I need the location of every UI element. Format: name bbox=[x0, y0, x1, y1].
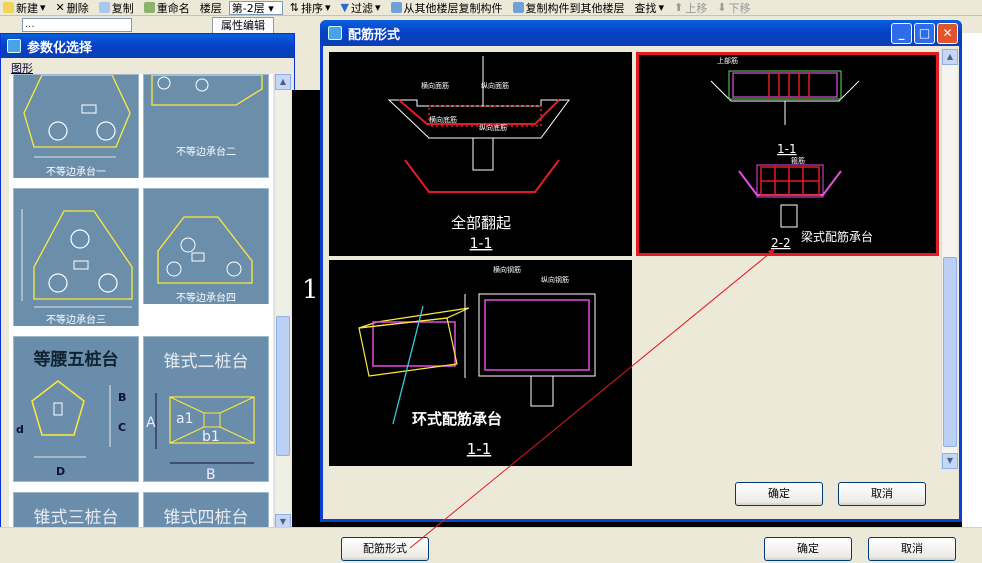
dim-B: B bbox=[118, 391, 126, 404]
dim-b1: b1 bbox=[202, 429, 220, 445]
dialog-cancel-button[interactable]: 取消 bbox=[838, 482, 926, 506]
param-window-titlebar: 参数化选择 bbox=[1, 34, 294, 58]
dim-C: C bbox=[118, 421, 126, 434]
dialog-scroll-up[interactable]: ▲ bbox=[942, 49, 958, 65]
canvas-label: 1 bbox=[302, 275, 319, 305]
five-pile-drawing: B C D d bbox=[16, 380, 126, 478]
rename-button[interactable]: 重命名 bbox=[141, 0, 193, 15]
delete-icon: ✕ bbox=[55, 1, 65, 14]
shape-cell-unequal-1[interactable]: 不等边承台一 bbox=[13, 74, 139, 178]
beam-type-drawing: 1-1 上部筋 箍筋 2-2 梁式配筋承台 bbox=[710, 56, 873, 250]
label-stirrup: 箍筋 bbox=[791, 156, 805, 165]
sort-icon: ⇅ bbox=[289, 1, 299, 14]
right-edge-strip bbox=[962, 33, 982, 533]
up-arrow-icon: ⬆ bbox=[674, 1, 684, 14]
delete-button[interactable]: ✕ 删除 bbox=[53, 0, 92, 15]
down-arrow-icon: ⬇ bbox=[717, 1, 727, 14]
find-button[interactable]: 查找 ▾ bbox=[632, 0, 668, 15]
close-icon[interactable]: ✕ bbox=[937, 22, 958, 44]
shape-label: 不等边承台二 bbox=[144, 143, 268, 158]
shape-label: 不等边承台一 bbox=[14, 163, 138, 178]
floor-select[interactable]: 第-2层 ▾ bbox=[228, 0, 283, 15]
dim-a1: a1 bbox=[176, 411, 194, 427]
main-toolbar: 新建 ▾ ✕ 删除 复制 重命名 楼层 第-2层 ▾ ⇅ 排序 ▾ ▼ 过滤 ▾ 从其他楼层… bbox=[0, 0, 982, 16]
scroll-thumb[interactable] bbox=[276, 316, 290, 456]
dialog-scroll-thumb[interactable] bbox=[943, 257, 957, 447]
label-longitudinal: 纵向钢筋 bbox=[541, 275, 569, 284]
shape-cell-isosceles-five-pile[interactable]: 等腰五桩台 B C D d bbox=[13, 336, 139, 482]
dialog-scroll-down[interactable]: ▼ bbox=[942, 453, 958, 469]
copy-from-floor-icon bbox=[390, 2, 402, 13]
copy-button[interactable]: 复制 bbox=[96, 0, 137, 15]
component-name-input[interactable]: ... bbox=[22, 18, 132, 32]
new-button[interactable]: 新建 ▾ bbox=[0, 0, 49, 15]
panel-section: 1-1 bbox=[467, 440, 492, 458]
section-2-2: 2-2 bbox=[771, 236, 791, 250]
option-all-bent-up[interactable]: 横向面筋 纵向面筋 横向底筋 纵向底筋 全部翻起 1-1 bbox=[329, 52, 632, 256]
dim-D: D bbox=[56, 465, 65, 478]
label-hmj: 横向面筋 bbox=[421, 81, 449, 90]
copy-icon bbox=[98, 2, 110, 13]
new-icon bbox=[3, 2, 14, 13]
label-hdj: 横向底筋 bbox=[429, 115, 457, 124]
option-beam-type[interactable]: 1-1 上部筋 箍筋 2-2 梁式配筋承台 bbox=[636, 52, 939, 256]
rebar-options-area: 横向面筋 纵向面筋 横向底筋 纵向底筋 全部翻起 1-1 1-1 上部筋 箍筋 … bbox=[326, 49, 959, 469]
dialog-scrollbar[interactable]: ▲ ▼ bbox=[941, 49, 958, 469]
shape-cell-unequal-2[interactable]: 不等边承台二 bbox=[143, 74, 269, 178]
cone-two-pile-drawing: A a1 b1 B bbox=[146, 393, 255, 483]
rebar-form-dialog: 配筋形式 _ □ ✕ 横向面筋 纵向面筋 横向底筋 纵向底筋 全部翻起 1-1 bbox=[320, 20, 962, 522]
shape-label: 不等边承台三 bbox=[14, 311, 138, 326]
copy-to-floor-button[interactable]: 复制构件到其他楼层 bbox=[510, 0, 628, 15]
move-up-button[interactable]: ⬆ 上移 bbox=[671, 0, 710, 15]
dialog-ok-button[interactable]: 确定 bbox=[735, 482, 823, 506]
filter-icon: ▼ bbox=[340, 1, 349, 14]
param-select-window: 参数化选择 图形 不等边承台一 不等边承台二 不等边承台三 不等边承台四 等腰五… bbox=[0, 33, 295, 562]
panel-title: 全部翻起 bbox=[451, 214, 511, 232]
shape-gallery: 不等边承台一 不等边承台二 不等边承台三 不等边承台四 等腰五桩台 B C D … bbox=[9, 74, 273, 562]
dialog-app-icon bbox=[328, 26, 342, 40]
option-empty-area bbox=[636, 260, 939, 466]
dialog-titlebar: 配筋形式 _ □ ✕ bbox=[320, 20, 962, 46]
copy-from-floor-button[interactable]: 从其他楼层复制构件 bbox=[388, 0, 506, 15]
app-icon bbox=[7, 39, 21, 53]
panel-title: 梁式配筋承台 bbox=[801, 229, 873, 244]
panel-section: 1-1 bbox=[470, 236, 493, 252]
shape-cell-unequal-4[interactable]: 不等边承台四 bbox=[143, 188, 269, 304]
label-horizontal: 横向钢筋 bbox=[493, 265, 521, 274]
param-cancel-button[interactable]: 取消 bbox=[868, 537, 956, 561]
rename-icon bbox=[143, 2, 155, 13]
property-tabstrip: ... 属性编辑 bbox=[0, 16, 320, 34]
unequal-3-drawing bbox=[21, 209, 133, 308]
param-ok-button[interactable]: 确定 bbox=[764, 537, 852, 561]
shape-label: 不等边承台四 bbox=[144, 289, 268, 304]
copy-to-floor-icon bbox=[512, 2, 524, 13]
label-top-bar: 上部筋 bbox=[717, 56, 738, 65]
param-bottom-bar: 配筋形式 确定 取消 bbox=[0, 527, 982, 563]
tab-property-edit[interactable]: 属性编辑 bbox=[212, 17, 274, 33]
ring-type-drawing: 横向钢筋 纵向钢筋 环式配筋承台 1-1 bbox=[358, 265, 596, 458]
section-1-1: 1-1 bbox=[777, 142, 797, 156]
shape-cell-cone-two-pile[interactable]: 锥式二桩台 A a1 b1 B bbox=[143, 336, 269, 483]
option-ring-type[interactable]: 横向钢筋 纵向钢筋 环式配筋承台 1-1 bbox=[329, 260, 632, 466]
unequal-1-drawing bbox=[23, 74, 131, 158]
dim-d: d bbox=[16, 423, 24, 436]
label-zmj: 纵向面筋 bbox=[481, 81, 509, 90]
shape-cell-unequal-3[interactable]: 不等边承台三 bbox=[13, 188, 139, 326]
all-bent-up-drawing: 横向面筋 纵向面筋 横向底筋 纵向底筋 全部翻起 1-1 bbox=[387, 56, 570, 252]
unequal-4-drawing bbox=[157, 216, 253, 284]
maximize-icon[interactable]: □ bbox=[914, 22, 935, 44]
floor-label: 楼层 bbox=[199, 1, 222, 15]
rebar-form-button[interactable]: 配筋形式 bbox=[341, 537, 429, 561]
filter-button[interactable]: ▼ 过滤 ▾ bbox=[338, 0, 384, 15]
dim-A: A bbox=[146, 415, 156, 431]
dim-B: B bbox=[206, 467, 216, 483]
label-zdj: 纵向底筋 bbox=[479, 123, 507, 132]
sort-button[interactable]: ⇅ 排序 ▾ bbox=[287, 0, 334, 15]
gallery-scrollbar[interactable]: ▲ ▼ bbox=[274, 74, 291, 530]
panel-title: 环式配筋承台 bbox=[412, 410, 502, 428]
scroll-up-button[interactable]: ▲ bbox=[275, 74, 291, 90]
move-down-button[interactable]: ⬇ 下移 bbox=[714, 0, 753, 15]
minimize-icon[interactable]: _ bbox=[891, 22, 912, 44]
